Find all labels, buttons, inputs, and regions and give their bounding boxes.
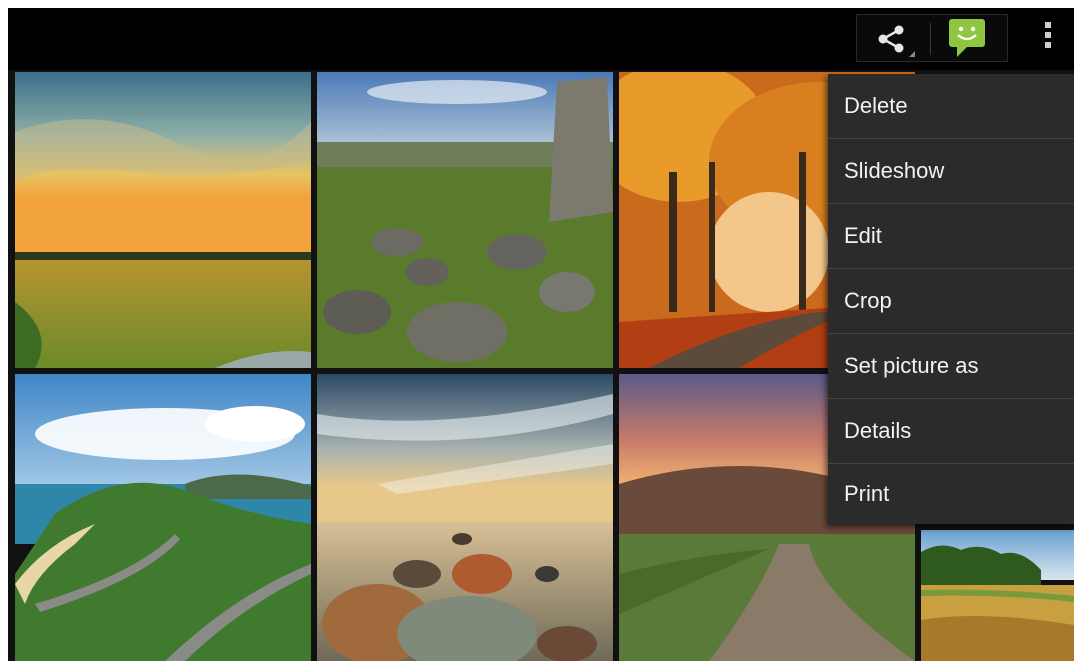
photo-field-trees[interactable] xyxy=(921,530,1074,661)
menu-item-edit[interactable]: Edit xyxy=(828,204,1074,269)
photo-rocky-moor[interactable] xyxy=(317,72,613,368)
menu-item-slideshow[interactable]: Slideshow xyxy=(828,139,1074,204)
menu-item-delete[interactable]: Delete xyxy=(828,74,1074,139)
share-icon[interactable] xyxy=(869,21,917,57)
photo-meadow-sunset[interactable] xyxy=(15,72,311,368)
photo-rocks-water[interactable] xyxy=(317,374,613,661)
action-bar xyxy=(8,8,1074,70)
photo-coastal-road[interactable] xyxy=(15,374,311,661)
overflow-menu: Delete Slideshow Edit Crop Set picture a… xyxy=(828,74,1074,524)
messaging-icon[interactable] xyxy=(945,17,991,59)
action-bar-button-group xyxy=(856,14,1008,62)
overflow-menu-icon[interactable] xyxy=(1030,18,1066,58)
menu-item-print[interactable]: Print xyxy=(828,464,1074,524)
action-bar-divider xyxy=(930,23,931,55)
menu-item-set-picture-as[interactable]: Set picture as xyxy=(828,334,1074,399)
gallery-screen: Delete Slideshow Edit Crop Set picture a… xyxy=(8,8,1074,661)
menu-item-details[interactable]: Details xyxy=(828,399,1074,464)
menu-item-crop[interactable]: Crop xyxy=(828,269,1074,334)
